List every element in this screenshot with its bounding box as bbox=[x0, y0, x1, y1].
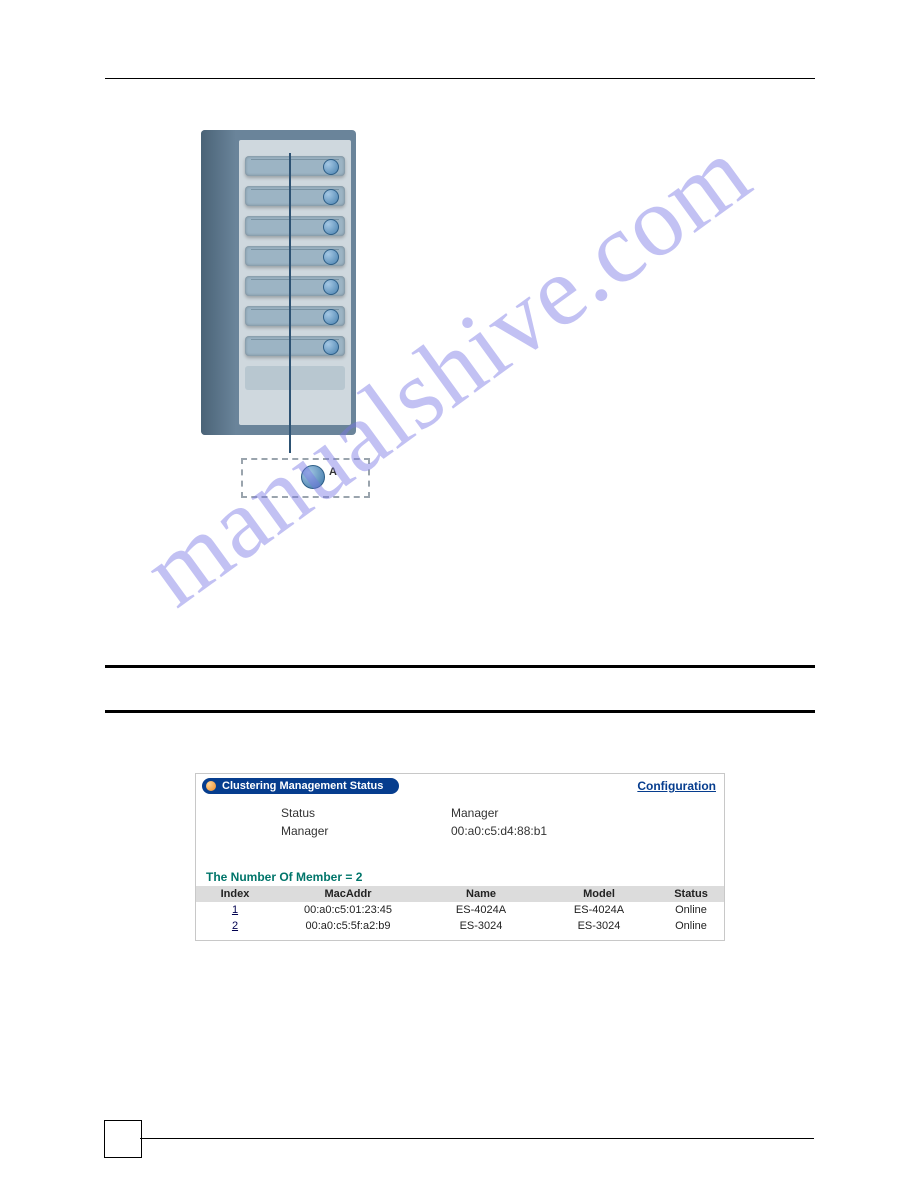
switch-slot bbox=[245, 186, 345, 206]
status-label: Status bbox=[196, 806, 411, 820]
panel-title-text: Clustering Management Status bbox=[222, 780, 383, 792]
switch-icon bbox=[323, 159, 339, 175]
rack-body bbox=[201, 130, 356, 435]
connection-cable bbox=[289, 153, 291, 453]
switch-slot bbox=[245, 306, 345, 326]
switch-slot bbox=[245, 156, 345, 176]
col-status: Status bbox=[658, 886, 724, 902]
table-row: 1 00:a0:c5:01:23:45 ES-4024A ES-4024A On… bbox=[196, 902, 724, 918]
switch-icon bbox=[323, 249, 339, 265]
external-switch-icon bbox=[301, 465, 325, 489]
switch-slot bbox=[245, 276, 345, 296]
switch-icon bbox=[323, 339, 339, 355]
switch-slot bbox=[245, 336, 345, 356]
cluster-figure: A bbox=[185, 120, 395, 510]
col-name: Name bbox=[422, 886, 540, 902]
status-value: Manager bbox=[411, 806, 724, 820]
configuration-link[interactable]: Configuration bbox=[637, 779, 716, 793]
external-switch-label: A bbox=[329, 466, 337, 478]
footer-rule bbox=[140, 1138, 814, 1139]
rack-inner bbox=[239, 140, 351, 425]
switch-icon bbox=[323, 279, 339, 295]
member-mac: 00:a0:c5:01:23:45 bbox=[274, 902, 422, 918]
rack-base-slot bbox=[245, 366, 345, 390]
col-model: Model bbox=[540, 886, 658, 902]
member-status: Online bbox=[658, 918, 724, 934]
col-mac: MacAddr bbox=[274, 886, 422, 902]
panel-title-pill: Clustering Management Status bbox=[202, 778, 399, 794]
switch-slot bbox=[245, 216, 345, 236]
members-table: Index MacAddr Name Model Status 1 00:a0:… bbox=[196, 886, 724, 934]
clustering-status-panel: Clustering Management Status Configurati… bbox=[195, 773, 725, 941]
member-status: Online bbox=[658, 902, 724, 918]
table-row: 2 00:a0:c5:5f:a2:b9 ES-3024 ES-3024 Onli… bbox=[196, 918, 724, 934]
page-number-box bbox=[104, 1120, 142, 1158]
switch-icon bbox=[323, 219, 339, 235]
member-model: ES-3024 bbox=[540, 918, 658, 934]
header-rule bbox=[105, 78, 815, 79]
switch-slot bbox=[245, 246, 345, 266]
member-index-link[interactable]: 2 bbox=[196, 918, 274, 934]
member-name: ES-4024A bbox=[422, 902, 540, 918]
orb-icon bbox=[206, 781, 216, 791]
section-rule-upper bbox=[105, 665, 815, 668]
col-index: Index bbox=[196, 886, 274, 902]
switch-icon bbox=[323, 309, 339, 325]
status-row: Status Manager bbox=[196, 804, 724, 822]
member-model: ES-4024A bbox=[540, 902, 658, 918]
manager-row: Manager 00:a0:c5:d4:88:b1 bbox=[196, 822, 724, 840]
manager-value: 00:a0:c5:d4:88:b1 bbox=[411, 824, 724, 838]
member-mac: 00:a0:c5:5f:a2:b9 bbox=[274, 918, 422, 934]
member-index-link[interactable]: 1 bbox=[196, 902, 274, 918]
switch-icon bbox=[323, 189, 339, 205]
member-name: ES-3024 bbox=[422, 918, 540, 934]
section-rule-lower bbox=[105, 710, 815, 713]
rack-side-panel bbox=[201, 130, 236, 435]
manager-label: Manager bbox=[196, 824, 411, 838]
member-count-label: The Number Of Member = 2 bbox=[196, 840, 724, 886]
